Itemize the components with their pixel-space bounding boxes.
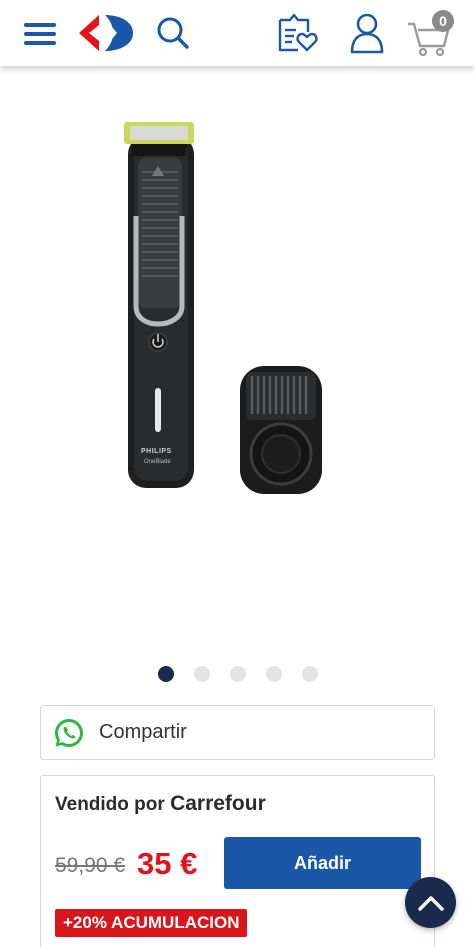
carrefour-logo[interactable] bbox=[74, 10, 138, 56]
menu-button[interactable] bbox=[20, 14, 60, 54]
product-photo bbox=[124, 122, 322, 494]
search-icon bbox=[157, 17, 189, 49]
share-button[interactable]: Compartir bbox=[40, 705, 435, 760]
sold-by-prefix: Vendido por bbox=[55, 794, 165, 815]
carousel-dot-5[interactable] bbox=[301, 666, 318, 682]
carousel-dot-1[interactable] bbox=[157, 666, 174, 682]
current-price: 35 € bbox=[137, 846, 198, 881]
account-button[interactable] bbox=[346, 10, 388, 56]
product-model-label: OneBlade bbox=[144, 459, 171, 465]
scroll-to-top-button[interactable] bbox=[405, 877, 456, 928]
seller-name[interactable]: Carrefour bbox=[170, 792, 266, 815]
user-account-icon bbox=[350, 13, 384, 54]
promo-badge: +20% ACUMULACION bbox=[55, 909, 248, 937]
cart-count-badge: 0 bbox=[432, 10, 454, 32]
shopping-list-heart-icon bbox=[278, 13, 318, 52]
carousel-dot-3[interactable] bbox=[229, 666, 246, 682]
cart-button[interactable]: 0 bbox=[404, 10, 456, 58]
shopping-list-button[interactable] bbox=[272, 10, 320, 56]
carousel-dot-4[interactable] bbox=[265, 666, 282, 682]
whatsapp-icon bbox=[55, 718, 83, 747]
search-button[interactable] bbox=[152, 12, 194, 54]
carrefour-logo-icon bbox=[79, 15, 133, 51]
product-brand-label: PHILIPS bbox=[141, 448, 172, 455]
hamburger-menu-icon bbox=[24, 23, 56, 45]
sold-by: Vendido por Carrefour bbox=[55, 792, 266, 816]
old-price: 59,90 € bbox=[55, 854, 126, 877]
add-to-cart-button[interactable]: Añadir bbox=[224, 837, 421, 889]
product-image[interactable]: PHILIPS OneBlade bbox=[0, 66, 475, 656]
carousel-dot-2[interactable] bbox=[193, 666, 210, 682]
offer-card: Vendido por Carrefour 59,90 € 35 € Añadi… bbox=[40, 775, 435, 947]
chevron-up-icon bbox=[417, 895, 444, 911]
site-header: 0 bbox=[0, 0, 475, 66]
carousel-dots bbox=[0, 666, 475, 688]
share-label: Compartir bbox=[99, 721, 187, 743]
